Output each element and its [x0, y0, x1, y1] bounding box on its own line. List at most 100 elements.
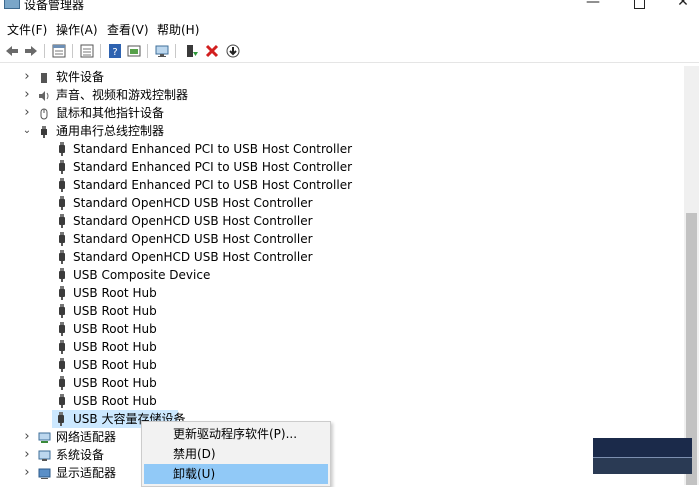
category-label: 软件设备	[56, 70, 105, 84]
vertical-scrollbar[interactable]	[684, 66, 699, 485]
maximize-icon	[633, 0, 645, 9]
view-icon[interactable]	[126, 43, 142, 59]
thumbnail-sky	[593, 438, 692, 458]
category-label: 网络适配器	[56, 430, 117, 444]
usb-device-row[interactable]: Standard OpenHCD USB Host Controller	[0, 248, 684, 266]
maximize-button[interactable]	[616, 0, 662, 14]
usb-device-icon	[59, 322, 65, 336]
category-label: 鼠标和其他指针设备	[56, 106, 165, 120]
usb-device-row[interactable]: USB Root Hub	[0, 302, 684, 320]
toolbar-separator	[147, 44, 148, 58]
close-button[interactable]: ✕	[660, 0, 699, 14]
device-label: USB Root Hub	[73, 322, 157, 336]
usb-device-icon	[59, 250, 65, 264]
monitor-icon[interactable]	[154, 43, 170, 59]
update-driver-icon[interactable]	[183, 43, 199, 59]
network-adapter-icon	[38, 431, 51, 443]
tree-category[interactable]: › 系统设备	[0, 446, 684, 464]
usb-device-row[interactable]: USB Root Hub	[0, 392, 684, 410]
expand-chevron-icon[interactable]: ›	[22, 446, 32, 464]
usb-device-icon	[59, 286, 65, 300]
usb-device-row[interactable]: USB Root Hub	[0, 356, 684, 374]
device-label: Standard Enhanced PCI to USB Host Contro…	[73, 142, 353, 156]
usb-device-row[interactable]: USB Composite Device	[0, 266, 684, 284]
tree-category[interactable]: › 声音、视频和游戏控制器	[0, 86, 684, 104]
device-label: Standard OpenHCD USB Host Controller	[73, 196, 313, 210]
uninstall-icon[interactable]	[204, 43, 220, 59]
thumbnail-ground	[593, 458, 692, 474]
collapse-chevron-icon[interactable]: ⌄	[22, 122, 32, 140]
usb-device-row[interactable]: USB Root Hub	[0, 374, 684, 392]
menu-action[interactable]: 操作(A)	[56, 21, 98, 38]
usb-device-row[interactable]: USB Root Hub	[0, 284, 684, 302]
context-menu: 更新驱动程序软件(P)... 禁用(D) 卸载(U)	[141, 421, 331, 487]
device-label: USB Root Hub	[73, 376, 157, 390]
tree-category[interactable]: › 网络适配器	[0, 428, 684, 446]
menu-help[interactable]: 帮助(H)	[157, 21, 199, 38]
back-arrow-icon[interactable]	[4, 43, 20, 59]
tree-category[interactable]: › 鼠标和其他指针设备	[0, 104, 684, 122]
toolbar-separator	[100, 44, 101, 58]
usb-device-icon	[59, 340, 65, 354]
device-label: Standard OpenHCD USB Host Controller	[73, 214, 313, 228]
download-icon[interactable]	[225, 43, 241, 59]
usb-device-row[interactable]: Standard OpenHCD USB Host Controller	[0, 212, 684, 230]
system-device-icon	[38, 449, 51, 461]
device-label: USB Root Hub	[73, 358, 157, 372]
device-label: USB Composite Device	[73, 268, 211, 282]
properties-icon[interactable]	[51, 43, 67, 59]
help-icon[interactable]: ?	[107, 43, 123, 59]
forward-arrow-icon[interactable]	[23, 43, 39, 59]
expand-chevron-icon[interactable]: ›	[22, 104, 32, 122]
device-tree: › 软件设备 › 声音、视频和游戏控制器 › 鼠标和其他指针设备 ⌄ 通用串行总线控制器 Sta…	[0, 66, 684, 485]
usb-device-row[interactable]: Standard Enhanced PCI to USB Host Contro…	[0, 158, 684, 176]
ctx-uninstall[interactable]: 卸载(U)	[144, 464, 328, 484]
list-icon[interactable]	[79, 43, 95, 59]
usb-device-icon	[59, 160, 65, 174]
device-label: Standard OpenHCD USB Host Controller	[73, 232, 313, 246]
category-label: 显示适配器	[56, 466, 117, 480]
ctx-disable[interactable]: 禁用(D)	[144, 444, 328, 464]
software-device-icon	[38, 71, 50, 83]
usb-device-row[interactable]: Standard OpenHCD USB Host Controller	[0, 194, 684, 212]
menu-bar: 文件(F) 操作(A) 查看(V) 帮助(H)	[0, 19, 699, 39]
mouse-icon	[38, 107, 50, 120]
usb-device-icon	[58, 412, 64, 426]
device-label: USB Root Hub	[73, 394, 157, 408]
usb-device-icon	[59, 358, 65, 372]
expand-chevron-icon[interactable]: ›	[22, 464, 32, 482]
toolbar-separator	[175, 44, 176, 58]
toolbar-separator	[72, 44, 73, 58]
thumbnail-horizon	[593, 457, 692, 458]
usb-device-row[interactable]: Standard Enhanced PCI to USB Host Contro…	[0, 176, 684, 194]
usb-device-row[interactable]: USB Root Hub	[0, 338, 684, 356]
category-label: 声音、视频和游戏控制器	[56, 88, 189, 102]
menu-file[interactable]: 文件(F)	[7, 21, 47, 38]
device-label: Standard Enhanced PCI to USB Host Contro…	[73, 160, 353, 174]
tree-category[interactable]: ⌄ 通用串行总线控制器	[0, 122, 684, 140]
usb-device-icon	[59, 196, 65, 210]
title-bar: 设备管理器 — ✕	[0, 0, 699, 17]
usb-device-icon	[59, 376, 65, 390]
usb-device-row[interactable]: USB Root Hub	[0, 320, 684, 338]
ctx-update-driver[interactable]: 更新驱动程序软件(P)...	[144, 424, 328, 444]
tree-category[interactable]: › 软件设备	[0, 68, 684, 86]
tree-category[interactable]: › 显示适配器	[0, 464, 684, 482]
usb-device-icon	[59, 304, 65, 318]
expand-chevron-icon[interactable]: ›	[22, 86, 32, 104]
svg-text:?: ?	[112, 47, 117, 58]
sound-icon	[38, 89, 50, 101]
expand-chevron-icon[interactable]: ›	[22, 68, 32, 86]
device-label: USB Root Hub	[73, 286, 157, 300]
minimize-button[interactable]: —	[570, 0, 616, 14]
device-label: Standard OpenHCD USB Host Controller	[73, 250, 313, 264]
usb-device-row[interactable]: Standard OpenHCD USB Host Controller	[0, 230, 684, 248]
thumbnail-image	[593, 438, 692, 474]
usb-device-row[interactable]: Standard Enhanced PCI to USB Host Contro…	[0, 140, 684, 158]
window-title: 设备管理器	[24, 0, 85, 12]
usb-controller-icon	[38, 125, 50, 138]
usb-device-icon	[59, 232, 65, 246]
expand-chevron-icon[interactable]: ›	[22, 428, 32, 446]
device-label: Standard Enhanced PCI to USB Host Contro…	[73, 178, 353, 192]
menu-view[interactable]: 查看(V)	[107, 21, 149, 38]
